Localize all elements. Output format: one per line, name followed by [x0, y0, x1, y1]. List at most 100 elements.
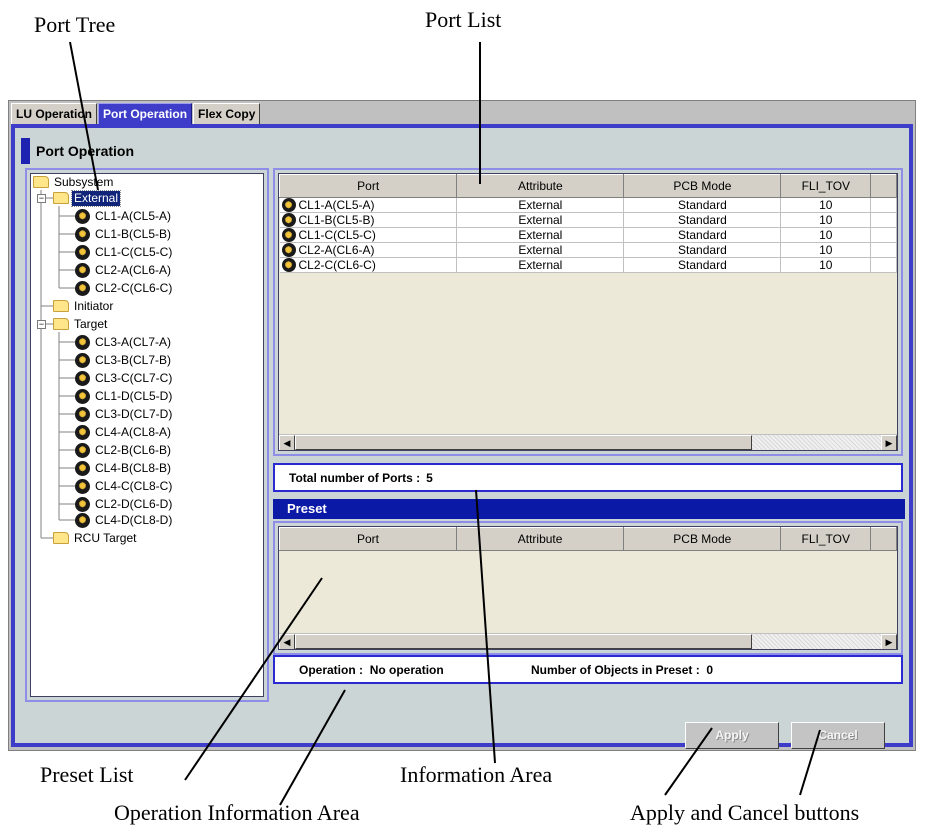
port-icon: ✺	[75, 460, 90, 476]
tree-label: Subsystem	[54, 174, 114, 189]
folder-open-icon	[53, 192, 69, 204]
cell-pcb-mode: Standard	[623, 242, 782, 258]
cell-pcb-mode: Standard	[623, 197, 782, 213]
scroll-left-icon[interactable]: ◀	[279, 435, 295, 450]
cell-filler	[870, 242, 897, 258]
tree-node-external[interactable]: External	[53, 189, 122, 207]
port-tree[interactable]: Subsystem − External ✺ CL1-A(CL5-A) ✺ CL1-…	[30, 173, 264, 697]
column-header-filler	[870, 527, 897, 551]
folder-icon	[33, 176, 49, 188]
column-header-port[interactable]: Port	[279, 527, 457, 551]
tab-port-operation[interactable]: Port Operation	[98, 103, 193, 125]
tree-node-port[interactable]: ✺ CL2-C(CL6-C)	[75, 280, 174, 296]
panel-title-text: Port Operation	[36, 143, 135, 159]
folder-icon	[53, 532, 69, 544]
tree-node-port[interactable]: ✺ CL3-D(CL7-D)	[75, 406, 174, 422]
column-header-fli-tov[interactable]: FLI_TOV	[780, 527, 872, 551]
tree-node-subsystem[interactable]: Subsystem	[33, 174, 115, 190]
column-header-pcb-mode[interactable]: PCB Mode	[623, 174, 782, 198]
port-icon: ✺	[281, 243, 296, 257]
tree-node-target[interactable]: Target	[53, 316, 109, 332]
preset-list-horizontal-scrollbar[interactable]: ◀ ▶	[279, 633, 897, 649]
operation-label: Operation :	[299, 662, 364, 677]
tree-label: CL3-D(CL7-D)	[95, 406, 173, 421]
port-list[interactable]: Port Attribute PCB Mode FLI_TOV ✺ CL1-A(C…	[278, 173, 898, 451]
cell-attribute: External	[456, 227, 625, 243]
tree-node-port[interactable]: ✺ CL4-A(CL8-A)	[75, 424, 173, 440]
collapse-icon[interactable]: −	[37, 320, 46, 329]
tree-label: CL1-B(CL5-B)	[95, 226, 172, 241]
apply-button[interactable]: Apply	[685, 722, 779, 749]
preset-count-label: Number of Objects in Preset :	[531, 662, 700, 677]
cell-pcb-mode: Standard	[623, 212, 782, 228]
scroll-left-icon[interactable]: ◀	[279, 634, 295, 649]
tree-node-port[interactable]: ✺ CL3-A(CL7-A)	[75, 334, 173, 350]
operation-value: No operation	[369, 662, 444, 677]
tree-node-port[interactable]: ✺ CL4-B(CL8-B)	[75, 460, 173, 476]
scroll-track[interactable]	[295, 435, 881, 450]
scroll-right-icon[interactable]: ▶	[881, 435, 897, 450]
cell-port: CL2-A(CL6-A)	[298, 243, 375, 257]
port-icon: ✺	[281, 198, 296, 212]
scroll-right-icon[interactable]: ▶	[881, 634, 897, 649]
cell-attribute: External	[456, 197, 625, 213]
tree-label: Target	[74, 316, 108, 331]
preset-list[interactable]: Port Attribute PCB Mode FLI_TOV ◀ ▶	[278, 526, 898, 650]
tree-node-port[interactable]: ✺ CL1-D(CL5-D)	[75, 388, 174, 404]
tree-node-initiator[interactable]: Initiator	[53, 298, 115, 314]
caption-information-area: Information Area	[400, 762, 553, 787]
tree-label: CL2-B(CL6-B)	[95, 442, 172, 457]
total-ports-value: 5	[426, 470, 433, 485]
column-header-fli-tov[interactable]: FLI_TOV	[780, 174, 872, 198]
table-row[interactable]: ✺ CL1-C(CL5-C) External Standard 10	[279, 227, 897, 243]
tree-node-port[interactable]: ✺ CL2-A(CL6-A)	[75, 262, 173, 278]
port-icon: ✺	[75, 406, 90, 422]
port-icon: ✺	[75, 280, 90, 296]
port-operation-panel: Port Operation Subsystem − External ✺ CL…	[15, 128, 909, 749]
port-icon: ✺	[75, 208, 90, 224]
column-header-pcb-mode[interactable]: PCB Mode	[623, 527, 782, 551]
tab-lu-operation[interactable]: LU Operation	[11, 103, 98, 125]
tree-node-port[interactable]: ✺ CL1-C(CL5-C)	[75, 244, 174, 260]
application-window: LU Operation Port Operation Flex Copy Po…	[8, 100, 916, 751]
title-marker	[21, 138, 30, 164]
port-icon: ✺	[75, 478, 90, 494]
column-header-port[interactable]: Port	[279, 174, 458, 198]
table-row[interactable]: ✺ CL2-C(CL6-C) External Standard 10	[279, 257, 897, 273]
tree-node-port[interactable]: ✺ CL1-B(CL5-B)	[75, 226, 173, 242]
column-header-attribute[interactable]: Attribute	[455, 527, 625, 551]
preset-count-value: 0	[706, 662, 714, 677]
cell-fli-tov: 10	[780, 227, 872, 243]
scroll-thumb[interactable]	[295, 634, 753, 649]
cell-port: CL1-A(CL5-A)	[298, 198, 375, 212]
tab-flex-copy[interactable]: Flex Copy	[193, 103, 261, 125]
tree-node-port[interactable]: ✺ CL2-B(CL6-B)	[75, 442, 173, 458]
table-row[interactable]: ✺ CL1-B(CL5-B) External Standard 10	[279, 212, 897, 228]
cell-filler	[870, 257, 897, 273]
tree-node-port[interactable]: ✺ CL3-C(CL7-C)	[75, 370, 174, 386]
operation-status: Operation : No operation	[299, 663, 444, 677]
information-area: Total number of Ports : 5	[273, 463, 903, 492]
port-icon: ✺	[75, 334, 90, 350]
tree-label: CL4-D(CL8-D)	[95, 512, 173, 527]
tree-node-port[interactable]: ✺ CL4-C(CL8-C)	[75, 478, 174, 494]
scroll-track[interactable]	[295, 634, 881, 649]
table-row[interactable]: ✺ CL1-A(CL5-A) External Standard 10	[279, 197, 897, 213]
cancel-button[interactable]: Cancel	[791, 722, 885, 749]
tree-node-port[interactable]: ✺ CL1-A(CL5-A)	[75, 208, 173, 224]
column-header-attribute[interactable]: Attribute	[456, 174, 625, 198]
caption-apply-cancel: Apply and Cancel buttons	[630, 800, 860, 825]
port-icon: ✺	[75, 226, 90, 242]
port-list-table: Port Attribute PCB Mode FLI_TOV ✺ CL1-A(C…	[279, 174, 897, 273]
collapse-icon[interactable]: −	[37, 194, 46, 203]
tree-node-rcu-target[interactable]: RCU Target	[53, 530, 138, 546]
scroll-thumb[interactable]	[295, 435, 753, 450]
preset-list-table: Port Attribute PCB Mode FLI_TOV	[279, 527, 897, 551]
port-list-horizontal-scrollbar[interactable]: ◀ ▶	[279, 434, 897, 450]
preset-header: Preset	[273, 499, 905, 519]
tree-node-port[interactable]: ✺ CL4-D(CL8-D)	[75, 512, 174, 528]
port-icon: ✺	[75, 262, 90, 278]
tree-node-port[interactable]: ✺ CL3-B(CL7-B)	[75, 352, 173, 368]
tree-node-port[interactable]: ✺ CL2-D(CL6-D)	[75, 496, 174, 512]
table-row[interactable]: ✺ CL2-A(CL6-A) External Standard 10	[279, 242, 897, 258]
